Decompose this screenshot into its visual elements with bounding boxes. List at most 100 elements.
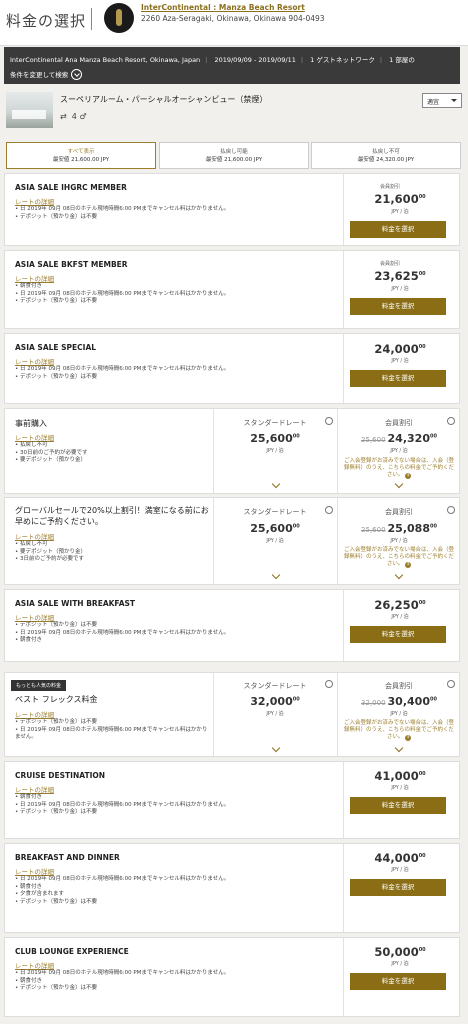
tab-refundable[interactable]: 払戻し可能 最安値 21,600.00 JPY: [159, 142, 309, 169]
divider: [343, 590, 344, 661]
standard-rate-label: スタンダードレート: [243, 419, 307, 427]
tab-label: すべて表示: [67, 149, 95, 155]
info-icon[interactable]: i: [405, 473, 412, 479]
rate-details-link[interactable]: レートの詳細: [15, 709, 54, 719]
list-item: 払戻し不可: [15, 442, 210, 450]
chevron-down-icon[interactable]: [271, 479, 281, 489]
select-rate-button[interactable]: 料金を選択: [350, 973, 446, 990]
change-search-button[interactable]: 条件を変更して検索: [10, 68, 83, 81]
hotel-name-link[interactable]: InterContinental : Manza Beach Resort: [141, 3, 305, 12]
rate-details-link[interactable]: レートの詳細: [15, 273, 54, 283]
chevron-down-icon: [71, 68, 83, 80]
standard-rate-label: スタンダードレート: [243, 508, 307, 516]
list-item: 日 2019年 09月 08日のホテル現地時間6:00 PMまでキャンセル料はか…: [15, 802, 230, 810]
divider: [343, 174, 344, 245]
search-guests: 1 ゲストネットワーク: [310, 56, 375, 64]
chevron-down-icon[interactable]: [271, 570, 281, 580]
member-tag: 会員割引: [380, 184, 401, 190]
rate-details-link[interactable]: レートの詳細: [15, 356, 54, 366]
rate-details-link[interactable]: レートの詳細: [15, 866, 54, 876]
rate-details-link[interactable]: レートの詳細: [15, 531, 54, 541]
list-item: 朝食付き: [15, 978, 230, 986]
price-unit: JPY / 泊: [391, 614, 409, 620]
sort-select[interactable]: 適宜: [422, 93, 462, 108]
price-unit: JPY / 泊: [391, 286, 409, 292]
list-item: 払戻し不可: [15, 541, 210, 549]
list-item: 要デポジット（預かり金）: [15, 457, 210, 465]
standard-price: 25,60000: [215, 432, 335, 445]
rate-details-link[interactable]: レートの詳細: [15, 432, 54, 442]
member-price: 25,600 24,32000: [339, 432, 459, 445]
price-unit: JPY / 泊: [390, 448, 408, 454]
price-unit: JPY / 泊: [391, 209, 409, 215]
rate-card: ASIA SALE BKFST MEMBER レートの詳細 朝食付き日 2019…: [4, 250, 460, 329]
rate-details-link[interactable]: レートの詳細: [15, 196, 54, 206]
select-rate-button[interactable]: 料金を選択: [350, 879, 446, 896]
standard-rate-radio[interactable]: [325, 680, 333, 688]
member-rate-radio[interactable]: [447, 506, 455, 514]
tab-all[interactable]: すべて表示 最安値 21,600.00 JPY: [6, 142, 156, 169]
rate-name: ベスト フレックス料金: [15, 695, 98, 704]
standard-rate-radio[interactable]: [325, 417, 333, 425]
original-price: 25,600: [361, 436, 386, 444]
rate-details-link[interactable]: レートの詳細: [15, 784, 54, 794]
list-item: 日 2019年 09月 08日のホテル現地時間6:00 PMまでキャンセル料はか…: [15, 630, 230, 638]
member-tag: 会員割引: [380, 261, 401, 267]
original-price: 32,000: [361, 699, 386, 707]
member-price: 25,600 25,08800: [339, 522, 459, 535]
rate-card: ASIA SALE IHGRC MEMBER レートの詳細 日 2019年 09…: [4, 173, 460, 246]
price-value: 24,320: [387, 432, 430, 445]
member-note: ご入会登録がお済みでない場合は、入会（登録無料）のうえ、こちらの料金でご予約くだ…: [344, 547, 454, 568]
price-cents: 00: [418, 344, 426, 351]
rate-price: 50,00000: [350, 945, 450, 959]
member-note: ご入会登録がお済みでない場合は、入会（登録無料）のうえ、こちらの料金でご予約くだ…: [344, 720, 454, 741]
divider: [343, 844, 344, 932]
price-value: 50,000: [374, 945, 419, 959]
chevron-down-icon[interactable]: [394, 479, 404, 489]
list-item: デポジット（預かり金）は不要: [15, 985, 230, 993]
info-icon[interactable]: i: [405, 562, 412, 568]
list-item: 日 2019年 09月 08日のホテル現地時間6:00 PMまでキャンセル料はか…: [15, 970, 230, 978]
price-value: 21,600: [374, 192, 419, 206]
chevron-down-icon[interactable]: [394, 570, 404, 580]
tab-nonrefundable[interactable]: 払戻し不可 最安値 24,320.00 JPY: [311, 142, 461, 169]
select-rate-button[interactable]: 料金を選択: [350, 221, 446, 238]
guest-count: 4: [71, 112, 77, 121]
price-value: 44,000: [374, 851, 419, 865]
list-item: 日 2019年 09月 08日のホテル現地時間6:00 PMまでキャンセル料はか…: [15, 291, 230, 299]
rate-price: 26,25000: [350, 598, 450, 612]
list-item: 日 2019年 09月 08日のホテル現地時間6:00 PMまでキャンセル料はか…: [15, 727, 210, 742]
info-icon[interactable]: i: [405, 735, 412, 741]
divider: [337, 409, 338, 493]
price-unit: JPY / 泊: [266, 538, 284, 544]
rate-name: CLUB LOUNGE EXPERIENCE: [15, 947, 129, 956]
list-item: デポジット（預かり金）は不要: [15, 214, 230, 222]
standard-rate-radio[interactable]: [325, 506, 333, 514]
rate-details-link[interactable]: レートの詳細: [15, 612, 54, 622]
rate-name: ASIA SALE IHGRC MEMBER: [15, 183, 127, 192]
chevron-down-icon[interactable]: [271, 743, 281, 753]
search-dates: 2019/09/09 - 2019/09/11: [214, 56, 296, 64]
list-item: 朝食付き: [15, 884, 230, 892]
member-rate-label: 会員割引: [385, 419, 413, 427]
original-price: 25,600: [361, 526, 386, 534]
select-rate-button[interactable]: 料金を選択: [350, 626, 446, 643]
select-rate-button[interactable]: 料金を選択: [350, 298, 446, 315]
price-cents: 00: [418, 947, 426, 954]
room-photo[interactable]: [6, 92, 53, 128]
divider: [343, 762, 344, 838]
select-rate-button[interactable]: 料金を選択: [350, 370, 446, 387]
chevron-down-icon[interactable]: [394, 743, 404, 753]
member-rate-label: 会員割引: [385, 508, 413, 516]
price-cents: 00: [418, 771, 426, 778]
divider: [213, 498, 214, 584]
price-unit: JPY / 泊: [390, 538, 408, 544]
divider: [213, 673, 214, 756]
select-rate-button[interactable]: 料金を選択: [350, 797, 446, 814]
member-rate-radio[interactable]: [447, 417, 455, 425]
rate-details-link[interactable]: レートの詳細: [15, 960, 54, 970]
member-rate-radio[interactable]: [447, 680, 455, 688]
price-value: 25,600: [250, 522, 293, 535]
price-value: 41,000: [374, 769, 419, 783]
list-item: 夕食が含まれます: [15, 891, 230, 899]
